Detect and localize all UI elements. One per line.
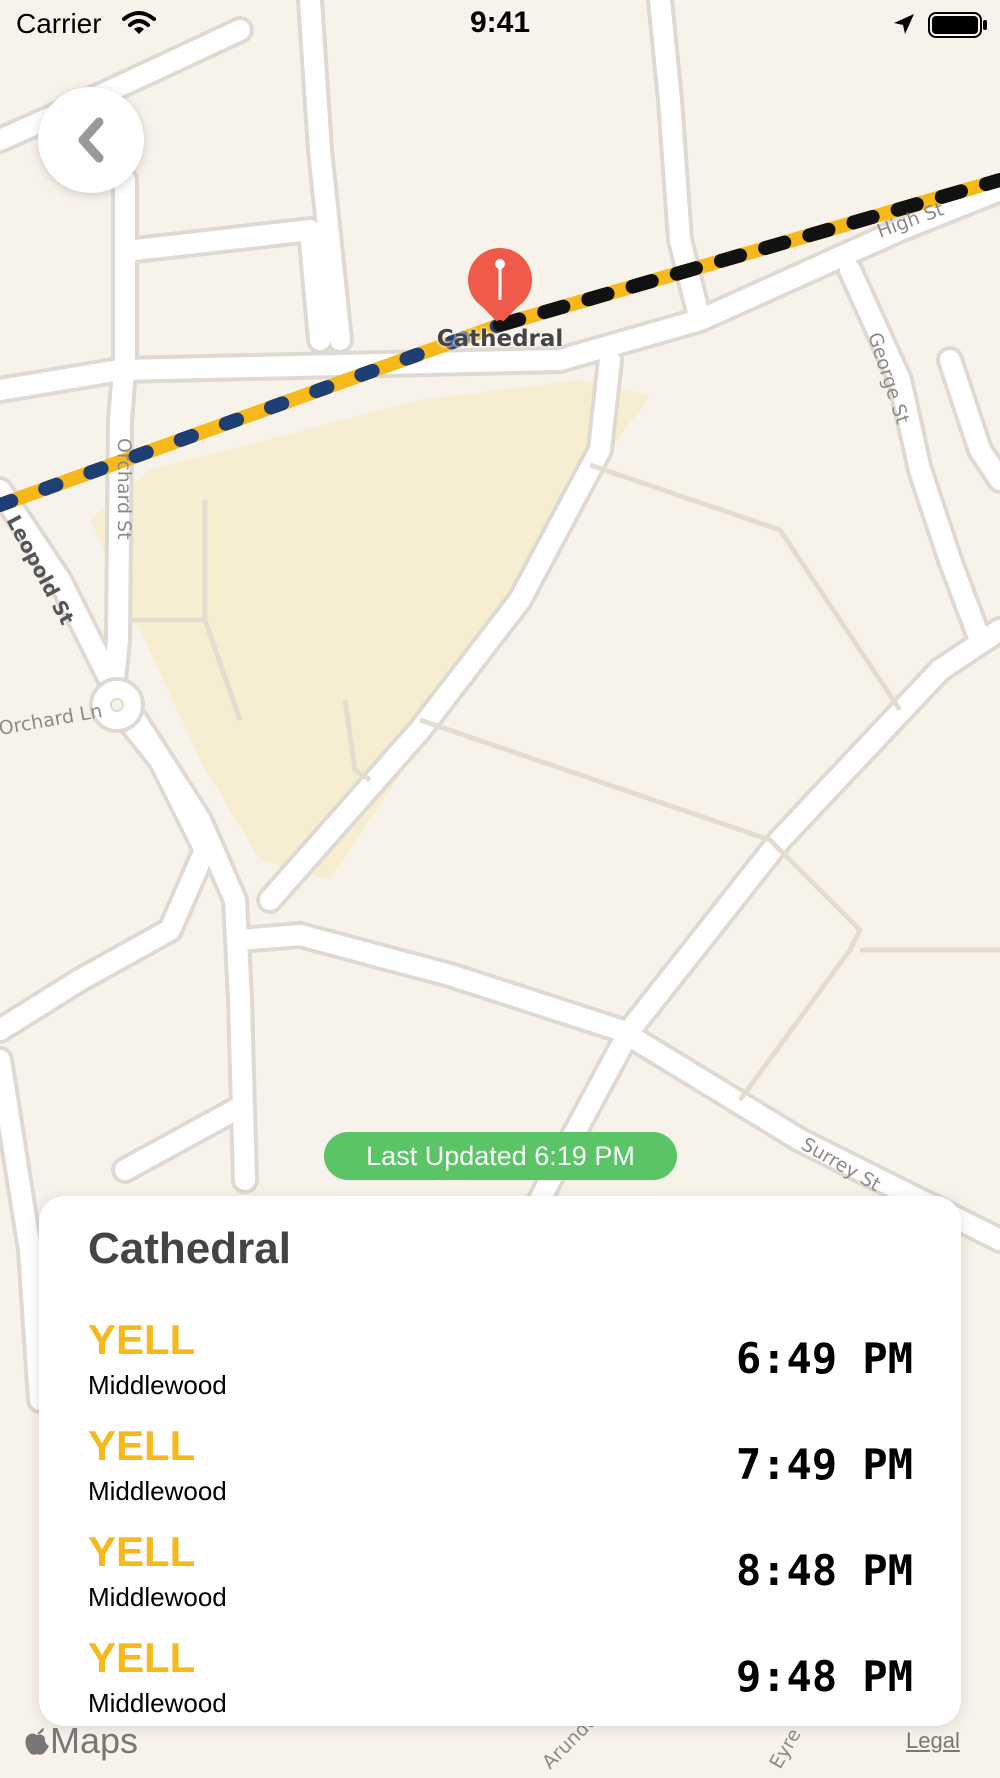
location-arrow-icon bbox=[894, 14, 914, 34]
stop-label[interactable]: Cathedral bbox=[400, 326, 600, 352]
route-name: YELL bbox=[88, 1316, 196, 1363]
departure-time: 6:49 PM bbox=[735, 1334, 913, 1383]
departure-row[interactable]: YELL Middlewood 8:48 PM bbox=[88, 1528, 913, 1628]
last-updated-badge: Last Updated 6:19 PM bbox=[324, 1132, 677, 1180]
legal-link[interactable]: Legal bbox=[906, 1728, 960, 1754]
status-bar: Carrier 9:41 bbox=[0, 0, 1000, 50]
departure-time: 7:49 PM bbox=[735, 1440, 913, 1489]
route-name: YELL bbox=[88, 1634, 196, 1681]
chevron-left-icon bbox=[78, 117, 104, 163]
street-label-orchard-st: Orchard St bbox=[113, 438, 135, 540]
carrier-label: Carrier bbox=[16, 8, 102, 39]
departure-time: 8:48 PM bbox=[735, 1546, 913, 1595]
apple-logo-icon bbox=[25, 1728, 49, 1755]
maps-logo: Maps bbox=[24, 1720, 138, 1762]
departure-row[interactable]: YELL Middlewood 7:49 PM bbox=[88, 1422, 913, 1522]
destination: Middlewood bbox=[88, 1476, 227, 1506]
departure-row[interactable]: YELL Middlewood 9:48 PM bbox=[88, 1634, 913, 1734]
departures-card: Cathedral YELL Middlewood 6:49 PM YELL M… bbox=[39, 1196, 961, 1726]
departure-time: 9:48 PM bbox=[735, 1652, 913, 1701]
route-name: YELL bbox=[88, 1528, 196, 1575]
departure-row[interactable]: YELL Middlewood 6:49 PM bbox=[88, 1316, 913, 1416]
maps-logo-text: Maps bbox=[50, 1720, 139, 1761]
stop-title: Cathedral bbox=[88, 1224, 291, 1273]
wifi-icon bbox=[122, 11, 156, 34]
battery-icon bbox=[928, 12, 987, 38]
destination: Middlewood bbox=[88, 1582, 227, 1612]
destination: Middlewood bbox=[88, 1370, 227, 1400]
destination: Middlewood bbox=[88, 1688, 227, 1718]
route-name: YELL bbox=[88, 1422, 196, 1469]
back-button[interactable] bbox=[38, 87, 144, 193]
